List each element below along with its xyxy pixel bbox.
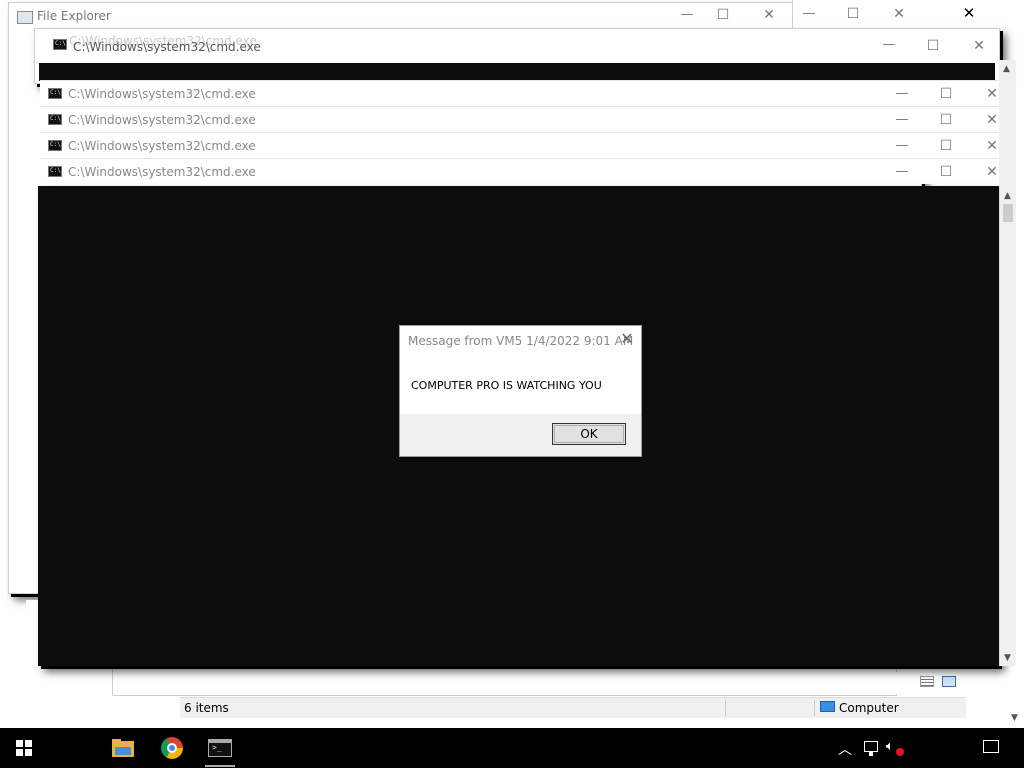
cmd-icon bbox=[48, 88, 62, 99]
file-explorer-icon bbox=[17, 11, 33, 24]
dialog-title: Message from VM5 1/4/2022 9:01 AM bbox=[408, 334, 634, 348]
status-divider bbox=[814, 700, 815, 716]
large-icons-view-icon[interactable] bbox=[942, 676, 956, 687]
scroll-up-arrow[interactable]: ▲ bbox=[1004, 191, 1011, 201]
cmd-window-back: C:\Windows\system32\cmd.exe C:\Windows\s… bbox=[34, 28, 1000, 84]
close-button[interactable]: ✕ bbox=[759, 8, 779, 22]
chevron-up-icon[interactable]: ︿ bbox=[838, 739, 852, 759]
close-button[interactable]: ✕ bbox=[889, 7, 909, 21]
minimize-button[interactable]: — bbox=[892, 113, 912, 127]
minimize-button[interactable]: — bbox=[677, 8, 697, 22]
scroll-down-arrow[interactable]: ▼ bbox=[1004, 653, 1011, 663]
maximize-button[interactable]: ☐ bbox=[936, 113, 956, 127]
chrome-icon[interactable] bbox=[161, 737, 183, 759]
cmd-icon bbox=[53, 39, 67, 50]
status-divider bbox=[725, 700, 726, 716]
network-icon[interactable] bbox=[864, 741, 878, 756]
file-explorer-icon[interactable] bbox=[112, 739, 134, 757]
maximize-button[interactable]: ☐ bbox=[923, 39, 943, 53]
view-toggle-group bbox=[896, 672, 966, 694]
taskbar: >_ ︿ 🔈︎ bbox=[0, 728, 1024, 768]
dialog-message: COMPUTER PRO IS WATCHING YOU bbox=[411, 379, 602, 392]
cmd-titlebar[interactable]: C:\Windows\system32\cmd.exe — ☐ ✕ bbox=[40, 158, 999, 184]
cmd-icon bbox=[48, 166, 62, 177]
minimize-button[interactable]: — bbox=[892, 165, 912, 179]
maximize-button[interactable]: ☐ bbox=[936, 139, 956, 153]
status-location: Computer bbox=[839, 701, 899, 715]
status-bar: 6 items Computer bbox=[180, 697, 966, 718]
volume-muted-icon[interactable]: 🔈︎ bbox=[886, 739, 904, 756]
close-icon[interactable]: ✕ bbox=[619, 331, 635, 347]
cmd-title: C:\Windows\system32\cmd.exe bbox=[68, 139, 256, 153]
ok-button[interactable]: OK bbox=[552, 423, 626, 445]
computer-icon bbox=[820, 701, 835, 712]
windows-start-icon[interactable] bbox=[16, 740, 32, 756]
explorer-lower-window bbox=[112, 668, 897, 696]
scroll-down-arrow[interactable]: ▼ bbox=[1011, 713, 1018, 723]
cmd-titlebar[interactable]: C:\Windows\system32\cmd.exe — ☐ ✕ bbox=[40, 106, 999, 132]
maximize-button[interactable]: ☐ bbox=[843, 7, 863, 21]
console-scrollbar[interactable]: ▲ ▼ bbox=[999, 186, 1016, 666]
background-window: — ☐ ✕ ✕ bbox=[792, 0, 1024, 30]
details-view-icon[interactable] bbox=[920, 676, 934, 687]
cmd-icon[interactable]: >_ bbox=[208, 739, 232, 757]
back-scrollbar: ▲ bbox=[999, 60, 1016, 186]
cmd-title: C:\Windows\system32\cmd.exe bbox=[68, 87, 256, 101]
scroll-up-arrow[interactable]: ▲ bbox=[1003, 64, 1010, 74]
maximize-button[interactable]: ☐ bbox=[713, 8, 733, 22]
cmd-window-title: C:\Windows\system32\cmd.exe bbox=[73, 40, 261, 54]
minimize-button[interactable]: — bbox=[799, 7, 819, 21]
notifications-icon[interactable] bbox=[983, 740, 999, 753]
close-button[interactable]: ✕ bbox=[959, 6, 979, 21]
minimize-button[interactable]: — bbox=[892, 139, 912, 153]
status-items-count: 6 items bbox=[184, 701, 229, 715]
cmd-titlebar[interactable]: C:\Windows\system32\cmd.exe — ☐ ✕ bbox=[40, 80, 999, 106]
scroll-thumb[interactable] bbox=[1003, 204, 1013, 222]
cmd-title: C:\Windows\system32\cmd.exe bbox=[68, 165, 256, 179]
cmd-icon bbox=[48, 114, 62, 125]
cmd-titlebar[interactable]: C:\Windows\system32\cmd.exe — ☐ ✕ bbox=[40, 132, 999, 158]
minimize-button[interactable]: — bbox=[879, 38, 899, 52]
active-indicator bbox=[205, 765, 235, 767]
message-dialog: Message from VM5 1/4/2022 9:01 AM ✕ COMP… bbox=[399, 325, 642, 457]
close-button[interactable]: ✕ bbox=[969, 39, 989, 53]
console-strip bbox=[39, 63, 995, 81]
cmd-title: C:\Windows\system32\cmd.exe bbox=[68, 113, 256, 127]
minimize-button[interactable]: — bbox=[892, 87, 912, 101]
file-explorer-title: File Explorer bbox=[37, 9, 111, 23]
maximize-button[interactable]: ☐ bbox=[936, 165, 956, 179]
cmd-icon bbox=[48, 140, 62, 151]
maximize-button[interactable]: ☐ bbox=[936, 87, 956, 101]
